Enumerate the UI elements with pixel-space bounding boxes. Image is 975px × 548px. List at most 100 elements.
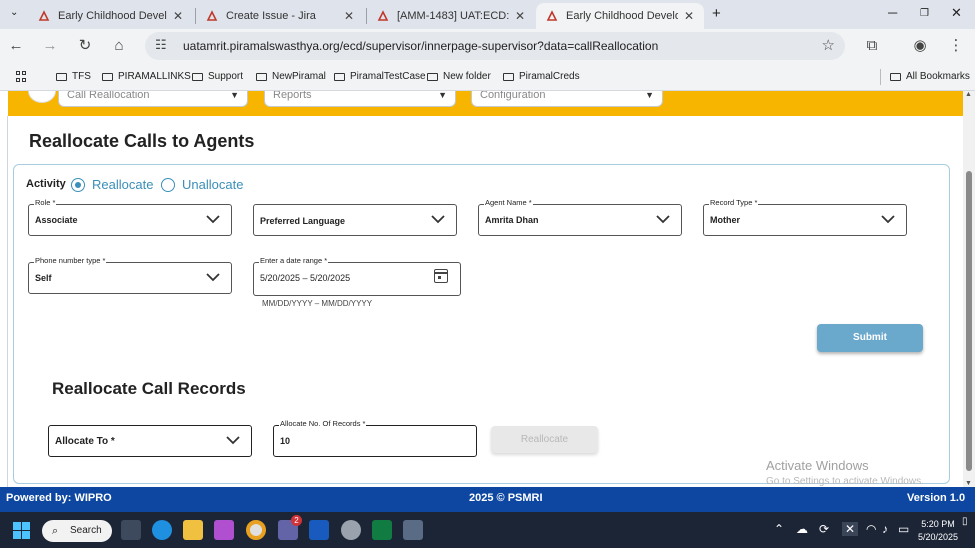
address-bar[interactable]: ☷ uatamrit.piramalswasthya.org/ecd/super… bbox=[145, 32, 845, 60]
volume-icon[interactable]: ♪ bbox=[882, 522, 888, 536]
sync-icon[interactable]: ⟳ bbox=[819, 522, 829, 536]
calendar-icon[interactable] bbox=[434, 269, 448, 283]
tab-title: Early Childhood Developme bbox=[58, 10, 167, 22]
apps-grid-icon[interactable] bbox=[16, 71, 27, 82]
field-value: Self bbox=[35, 273, 52, 283]
bookmark-piramalcreds[interactable]: PiramalCreds bbox=[503, 71, 580, 82]
radio-label: Unallocate bbox=[182, 177, 244, 192]
tab-title: [AMM-1483] UAT:ECD:super bbox=[397, 10, 509, 22]
submit-button[interactable]: Submit bbox=[817, 324, 923, 352]
radio-unallocate[interactable]: Unallocate bbox=[161, 177, 243, 192]
notification-icon[interactable]: ▯ bbox=[962, 516, 968, 527]
date-range-input[interactable]: Enter a date range * 5/20/2025 – 5/20/20… bbox=[253, 256, 461, 296]
windows-start-icon[interactable] bbox=[13, 522, 30, 539]
file-explorer-icon[interactable] bbox=[183, 520, 203, 540]
windows-taskbar: ⌕ Search 2 ⌃ ☁ ⟳ ✕ ◠ ♪ ▭ 5:20 PM 5/20/20… bbox=[0, 512, 975, 548]
more-menu-icon[interactable]: ⋮ bbox=[946, 36, 966, 56]
tray-expand-icon[interactable]: ⌃ bbox=[774, 522, 784, 536]
activity-label: Activity bbox=[26, 178, 66, 190]
excel-icon[interactable] bbox=[372, 520, 392, 540]
folder-icon bbox=[56, 72, 67, 81]
browser-tab-3[interactable]: [AMM-1483] UAT:ECD:super ✕ bbox=[367, 3, 535, 29]
taskbar-clock[interactable]: 5:20 PM 5/20/2025 bbox=[918, 518, 958, 544]
mic-muted-icon[interactable]: ✕ bbox=[842, 522, 859, 536]
settings-icon[interactable] bbox=[341, 520, 361, 540]
powered-by: Powered by: WIPRO bbox=[6, 492, 112, 504]
logo-circle bbox=[28, 91, 56, 103]
close-tab-icon[interactable]: ✕ bbox=[684, 9, 694, 23]
m365-icon[interactable] bbox=[214, 520, 234, 540]
task-view-icon[interactable] bbox=[121, 520, 141, 540]
bookmark-support[interactable]: Support bbox=[192, 71, 243, 82]
allocate-to-select[interactable]: Allocate To * bbox=[48, 425, 252, 457]
extensions-icon[interactable]: ⧉ bbox=[862, 36, 882, 56]
browser-tab-4-active[interactable]: Early Childhood Developme ✕ bbox=[536, 3, 704, 29]
profile-icon[interactable]: ◉ bbox=[910, 36, 930, 56]
close-tab-icon[interactable]: ✕ bbox=[344, 9, 354, 23]
onedrive-icon[interactable]: ☁ bbox=[796, 522, 808, 536]
tab-search-icon[interactable]: ⌄ bbox=[10, 7, 18, 18]
radio-reallocate[interactable]: Reallocate bbox=[71, 177, 153, 192]
browser-tab-2[interactable]: Create Issue - Jira ✕ bbox=[196, 3, 364, 29]
minimize-icon[interactable]: ─ bbox=[888, 5, 897, 20]
url-text[interactable]: uatamrit.piramalswasthya.org/ecd/supervi… bbox=[183, 39, 658, 53]
field-value: Mother bbox=[710, 215, 740, 225]
remote-desktop-icon[interactable] bbox=[403, 520, 423, 540]
role-select[interactable]: Role * Associate bbox=[28, 198, 232, 236]
site-info-icon[interactable]: ☷ bbox=[155, 37, 167, 53]
new-tab-button[interactable]: + bbox=[712, 5, 721, 22]
piramal-favicon-icon bbox=[377, 10, 389, 21]
bookmark-label: All Bookmarks bbox=[906, 71, 970, 82]
all-bookmarks[interactable]: All Bookmarks bbox=[890, 71, 970, 82]
agent-name-select[interactable]: Agent Name * Amrita Dhan bbox=[478, 198, 682, 236]
close-tab-icon[interactable]: ✕ bbox=[173, 9, 183, 23]
browser-toolbar: ← → ↻ ⌂ ☷ uatamrit.piramalswasthya.org/e… bbox=[0, 29, 975, 63]
clock-time: 5:20 PM bbox=[921, 519, 955, 529]
taskbar-search[interactable]: ⌕ Search bbox=[42, 520, 112, 542]
scrollbar-thumb[interactable] bbox=[966, 171, 972, 471]
radio-unchecked-icon bbox=[161, 177, 175, 192]
nav-dropdown-call-reallocation[interactable]: Call Reallocation ▼ bbox=[58, 91, 248, 107]
scroll-up-icon[interactable]: ▲ bbox=[965, 91, 972, 98]
bookmark-piramaltestcase[interactable]: PiramalTestCase bbox=[334, 71, 426, 82]
bookmark-label: New folder bbox=[443, 71, 491, 82]
bookmark-tfs[interactable]: TFS bbox=[56, 71, 91, 82]
nav-dropdown-configuration[interactable]: Configuration ▼ bbox=[471, 91, 663, 107]
page-content: Call Reallocation ▼ Reports ▼ Configuratio… bbox=[0, 91, 963, 487]
bookmark-new-folder[interactable]: New folder bbox=[427, 71, 491, 82]
close-tab-icon[interactable]: ✕ bbox=[515, 9, 525, 23]
bookmark-newpiramal[interactable]: NewPiramal bbox=[256, 71, 326, 82]
field-value[interactable]: 10 bbox=[280, 436, 290, 446]
chrome-icon[interactable] bbox=[246, 520, 266, 540]
field-value: Preferred Language bbox=[260, 216, 346, 226]
edge-icon[interactable] bbox=[152, 520, 172, 540]
bookmark-piramallinks[interactable]: PIRAMALLINKS bbox=[102, 71, 191, 82]
reload-icon[interactable]: ↻ bbox=[75, 36, 95, 56]
restore-icon[interactable]: ❐ bbox=[920, 8, 929, 19]
back-arrow-icon[interactable]: ← bbox=[6, 36, 26, 56]
word-icon[interactable] bbox=[309, 520, 329, 540]
page-scrollbar[interactable]: ▲ ▼ bbox=[963, 91, 975, 487]
field-value: Associate bbox=[35, 215, 78, 225]
field-value[interactable]: 5/20/2025 – 5/20/2025 bbox=[260, 273, 350, 283]
teams-icon[interactable]: 2 bbox=[278, 515, 302, 540]
bookmark-label: NewPiramal bbox=[272, 71, 326, 82]
home-icon[interactable]: ⌂ bbox=[109, 36, 129, 56]
nav-dropdown-reports[interactable]: Reports ▼ bbox=[264, 91, 456, 107]
reallocate-button[interactable]: Reallocate bbox=[491, 426, 598, 453]
record-type-select[interactable]: Record Type * Mother bbox=[703, 198, 907, 236]
phone-number-type-select[interactable]: Phone number type * Self bbox=[28, 256, 232, 294]
wifi-icon[interactable]: ◠ bbox=[866, 522, 876, 536]
scroll-down-icon[interactable]: ▼ bbox=[965, 480, 972, 487]
left-border bbox=[7, 116, 8, 487]
field-label: Agent Name * bbox=[484, 198, 533, 207]
browser-tab-1[interactable]: Early Childhood Developme ✕ bbox=[28, 3, 193, 29]
forward-arrow-icon[interactable]: → bbox=[40, 36, 60, 56]
bookmark-star-icon[interactable]: ☆ bbox=[822, 36, 835, 54]
chevron-down-icon bbox=[206, 215, 220, 224]
allocate-count-input[interactable]: Allocate No. Of Records * 10 bbox=[273, 419, 477, 457]
preferred-language-select[interactable]: Preferred Language bbox=[253, 204, 457, 236]
close-window-icon[interactable]: ✕ bbox=[951, 5, 962, 21]
battery-icon[interactable]: ▭ bbox=[898, 522, 909, 536]
chevron-down-icon bbox=[881, 215, 895, 224]
